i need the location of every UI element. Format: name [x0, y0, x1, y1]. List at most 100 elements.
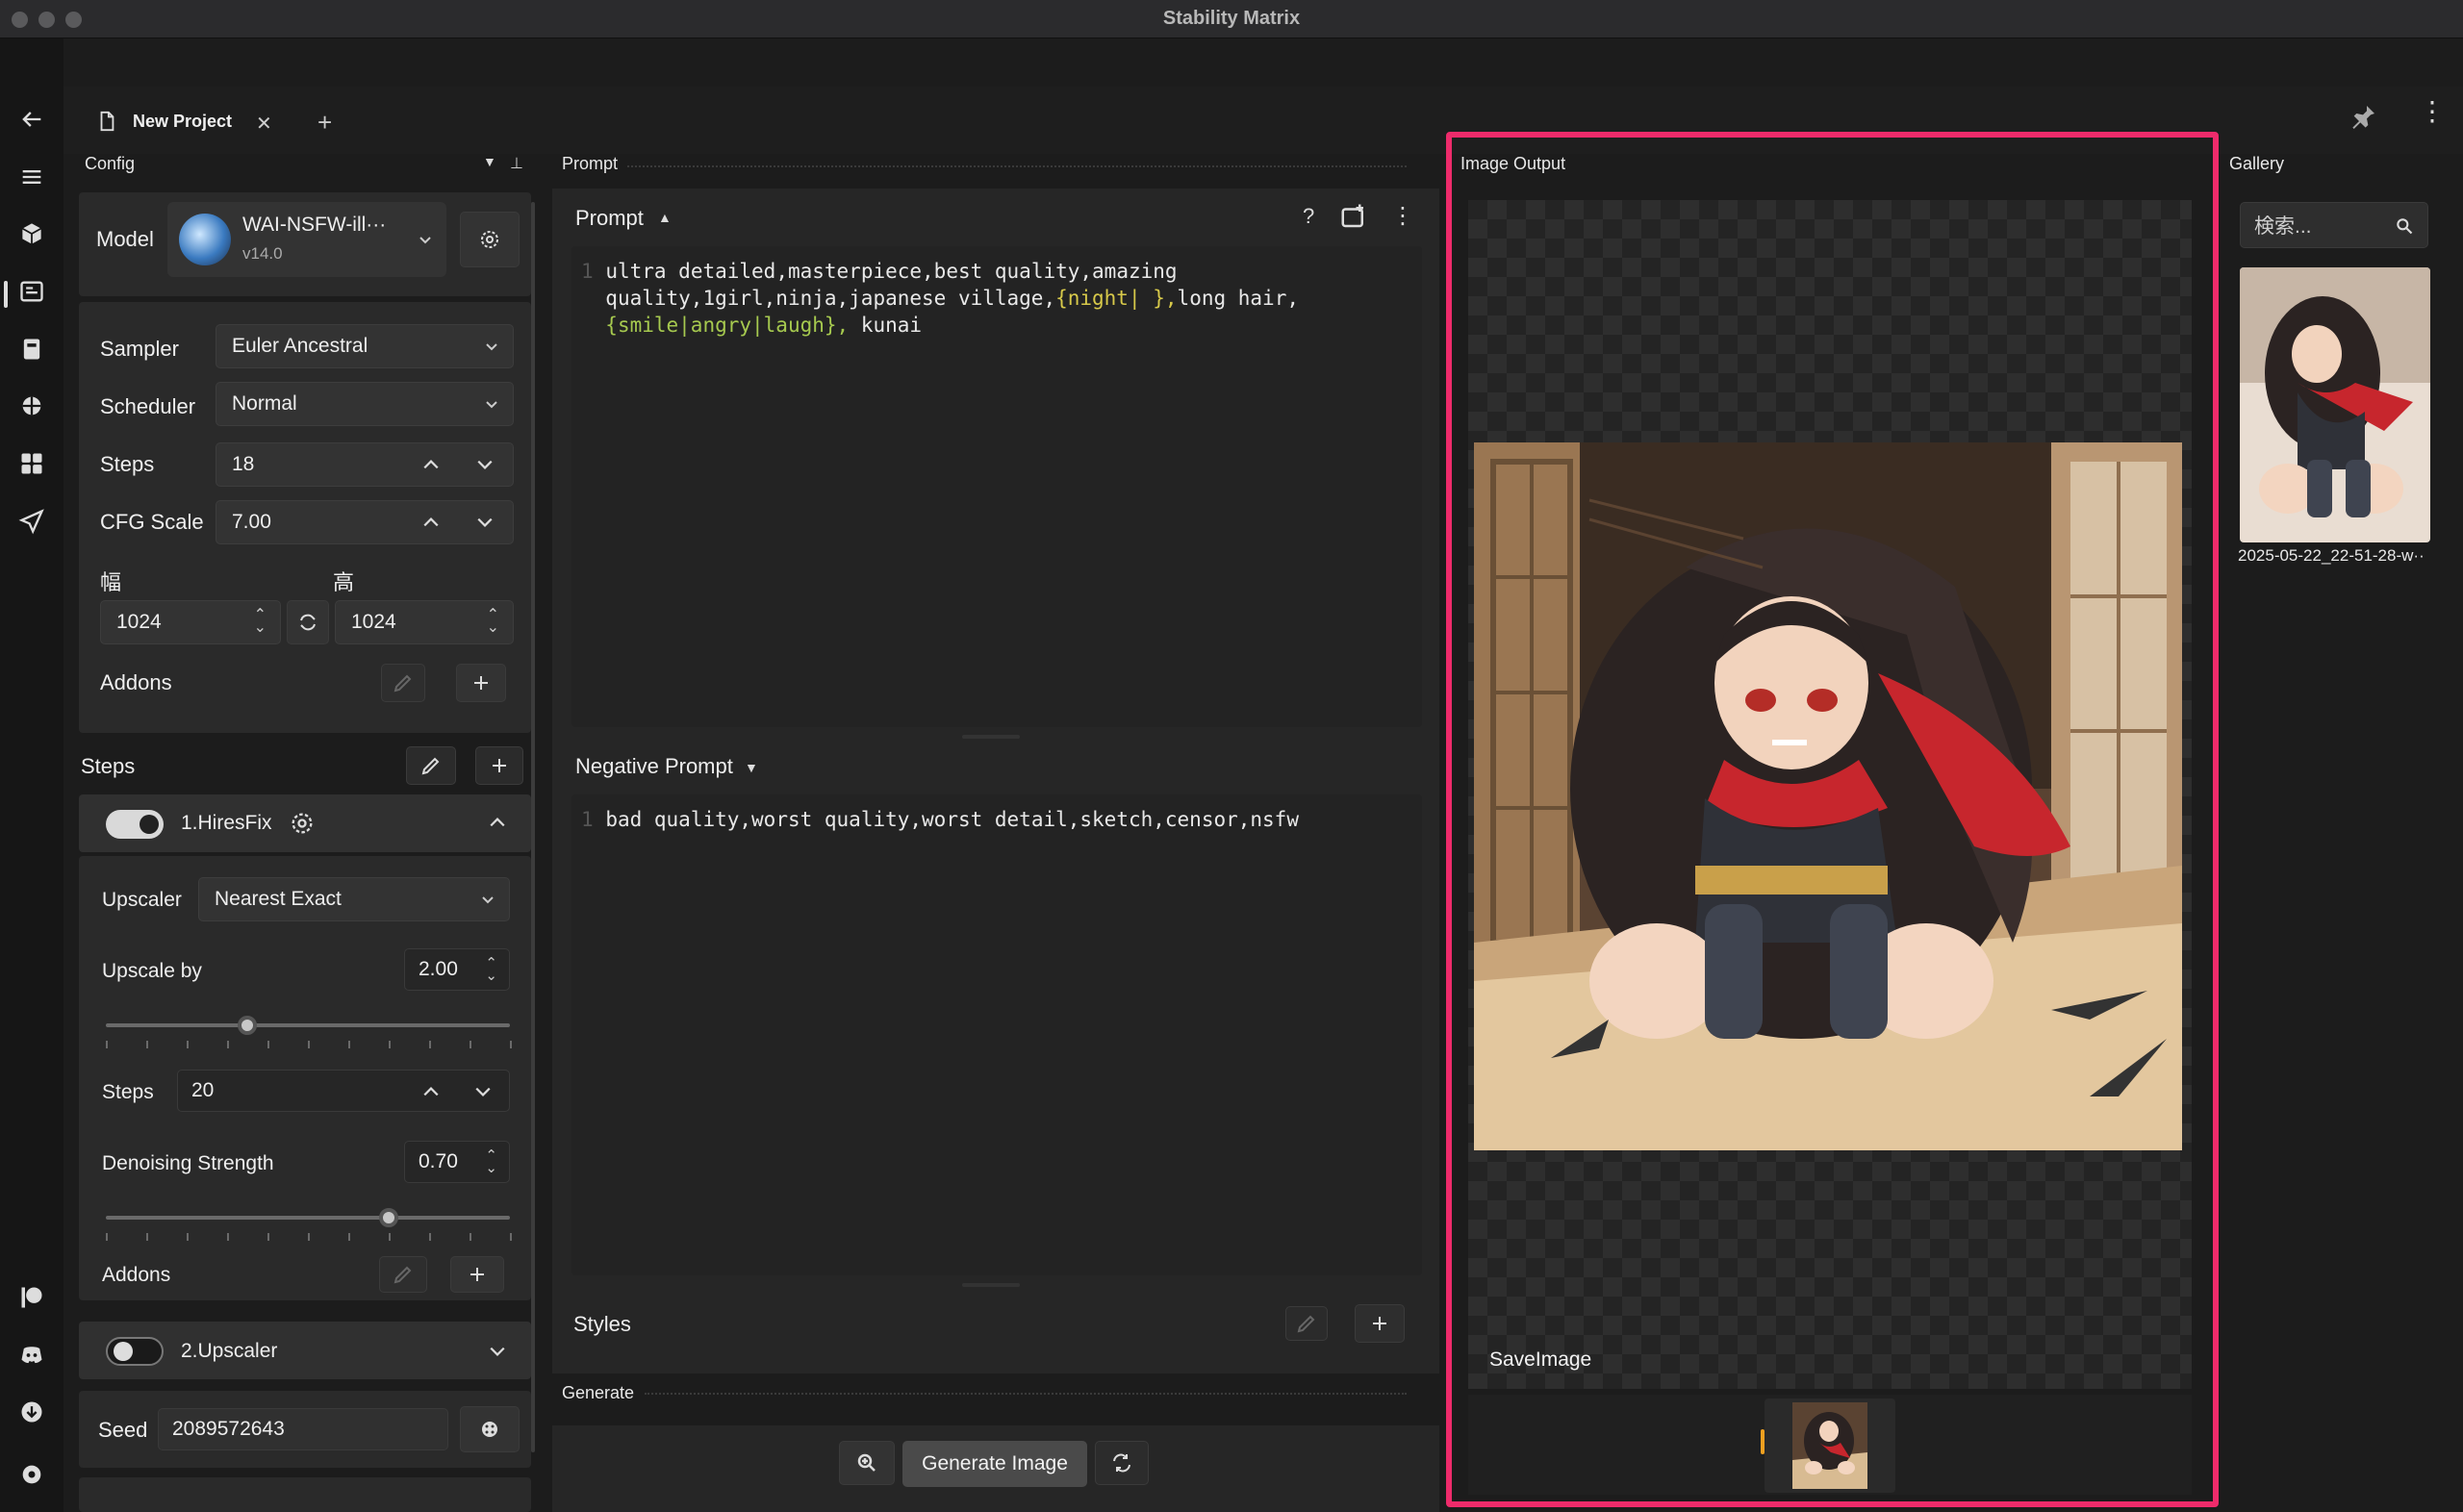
- pencil-icon: [394, 1266, 412, 1284]
- add-step-button[interactable]: [475, 746, 523, 785]
- package-icon[interactable]: [15, 217, 48, 250]
- inference-icon[interactable]: [15, 275, 48, 308]
- model-name: WAI-NSFW-ill···: [242, 214, 387, 236]
- send-icon[interactable]: [15, 505, 48, 538]
- gallery-item[interactable]: [2240, 267, 2430, 542]
- model-selector[interactable]: WAI-NSFW-ill··· v14.0: [167, 202, 446, 277]
- increment-icon[interactable]: [422, 516, 440, 529]
- edit-addons-button[interactable]: [381, 664, 425, 702]
- search-icon[interactable]: [2395, 216, 2414, 236]
- more-options-icon[interactable]: ⋮: [2419, 98, 2446, 125]
- add-addon-button[interactable]: [456, 664, 506, 702]
- config-pin-icon[interactable]: ⊥: [510, 154, 523, 173]
- chevron-down-icon: [486, 343, 497, 351]
- prompt-line-3: kunai: [849, 314, 923, 337]
- slider-tick: [187, 1233, 189, 1241]
- generate-panel-title: Generate: [562, 1383, 635, 1402]
- edit-styles-button[interactable]: [1285, 1306, 1328, 1341]
- patreon-icon[interactable]: [15, 1281, 48, 1314]
- updown-icon[interactable]: ⌃ ⌄: [487, 608, 499, 636]
- add-style-button[interactable]: [1355, 1304, 1405, 1343]
- decrement-icon[interactable]: [474, 1085, 492, 1098]
- upscaler-step-label: 2.Upscaler: [181, 1340, 278, 1362]
- discord-icon[interactable]: [15, 1339, 48, 1372]
- decrement-icon[interactable]: [476, 458, 494, 471]
- decrement-icon[interactable]: [476, 516, 494, 529]
- pin-icon[interactable]: [2348, 102, 2378, 133]
- prompt-panel-title: Prompt: [562, 154, 619, 173]
- edit-steps-button[interactable]: [406, 746, 456, 785]
- hiresfix-toggle[interactable]: [106, 810, 164, 839]
- prompt-line-2: quality,1girl,ninja,japanese village,: [605, 287, 1056, 310]
- back-arrow-icon[interactable]: [15, 103, 48, 136]
- cfg-scale-label: CFG Scale: [100, 510, 204, 534]
- app-title: Stability Matrix: [1162, 8, 1301, 29]
- negative-prompt-editor[interactable]: 1 bad quality,worst quality,worst detail…: [571, 794, 1422, 1275]
- prompt-more-icon[interactable]: ⋮: [1391, 202, 1414, 230]
- slider-tick: [429, 1233, 431, 1241]
- wildcard-night-close: },: [1140, 287, 1178, 310]
- prompt-editor[interactable]: 1 ultra detailed,masterpiece,best qualit…: [571, 246, 1422, 727]
- cfg-scale-stepper[interactable]: 7.00: [216, 500, 514, 544]
- slider-tick: [267, 1041, 269, 1048]
- wildcard-expression: {smile|angry|laugh},: [605, 314, 850, 337]
- collapse-icon[interactable]: [489, 816, 506, 829]
- negative-prompt-header[interactable]: Negative Prompt: [575, 754, 733, 779]
- steps-stepper[interactable]: 18: [216, 442, 514, 487]
- add-tab-icon[interactable]: +: [317, 108, 332, 138]
- image-output-highlight: [1446, 132, 2219, 1507]
- resize-handle[interactable]: [962, 735, 1020, 739]
- upscale-by-input[interactable]: 2.00 ⌃ ⌄: [404, 948, 510, 991]
- upscale-by-slider-thumb[interactable]: [238, 1016, 257, 1035]
- grid-icon[interactable]: [15, 447, 48, 480]
- download-icon[interactable]: [15, 1396, 48, 1428]
- seed-input[interactable]: 2089572643: [158, 1408, 448, 1450]
- config-dropdown-icon[interactable]: ▼: [483, 154, 496, 169]
- updown-icon[interactable]: ⌃ ⌄: [485, 1148, 497, 1175]
- denoising-strength-slider[interactable]: [106, 1216, 510, 1220]
- template-icon[interactable]: [1339, 202, 1368, 231]
- brain-icon[interactable]: [15, 390, 48, 422]
- gallery-search-input[interactable]: 検索...: [2240, 202, 2428, 248]
- gear-icon[interactable]: [289, 810, 316, 837]
- scheduler-select[interactable]: Normal: [216, 382, 514, 426]
- menu-icon[interactable]: [15, 161, 48, 193]
- notebook-icon[interactable]: [15, 333, 48, 365]
- increment-icon[interactable]: [422, 1085, 440, 1098]
- hires-steps-stepper[interactable]: 20: [177, 1070, 510, 1112]
- title-bar: Stability Matrix: [0, 0, 2463, 38]
- prompt-header[interactable]: Prompt: [575, 206, 644, 231]
- upscaler-select[interactable]: Nearest Exact: [198, 877, 510, 921]
- denoising-strength-input[interactable]: 0.70 ⌃ ⌄: [404, 1141, 510, 1183]
- height-value: 1024: [351, 611, 396, 633]
- help-button[interactable]: ?: [1303, 204, 1314, 229]
- settings-icon[interactable]: [15, 1458, 48, 1491]
- preview-button[interactable]: [839, 1441, 895, 1485]
- resize-handle[interactable]: [962, 1283, 1020, 1287]
- slider-tick: [308, 1233, 310, 1241]
- upscaler-step-toggle[interactable]: [106, 1337, 164, 1366]
- expand-icon[interactable]: [489, 1345, 506, 1358]
- height-input[interactable]: 1024 ⌃ ⌄: [335, 600, 514, 644]
- swap-dimensions-button[interactable]: [287, 600, 329, 644]
- sampler-select[interactable]: Euler Ancestral: [216, 324, 514, 368]
- tab-new-project[interactable]: New Project: [133, 112, 232, 132]
- increment-icon[interactable]: [422, 458, 440, 471]
- caret-up-icon[interactable]: ▲: [658, 210, 672, 225]
- add-hires-addon-button[interactable]: [450, 1256, 504, 1293]
- edit-hires-addons-button[interactable]: [379, 1256, 427, 1293]
- caret-down-icon[interactable]: ▼: [745, 760, 758, 775]
- generate-image-button[interactable]: Generate Image: [902, 1441, 1087, 1487]
- close-tab-icon[interactable]: ✕: [256, 112, 272, 136]
- auto-regenerate-button[interactable]: [1095, 1441, 1149, 1485]
- config-scrollbar[interactable]: [531, 202, 535, 1452]
- denoising-strength-slider-thumb[interactable]: [379, 1208, 398, 1227]
- pencil-icon: [394, 674, 412, 693]
- cfg-scale-value: 7.00: [232, 511, 271, 533]
- model-settings-button[interactable]: [460, 212, 520, 267]
- width-input[interactable]: 1024 ⌃ ⌄: [100, 600, 281, 644]
- updown-icon[interactable]: ⌃ ⌄: [485, 956, 497, 983]
- updown-icon[interactable]: ⌃ ⌄: [254, 608, 267, 636]
- upscale-by-slider[interactable]: [106, 1023, 510, 1027]
- random-seed-button[interactable]: [460, 1406, 520, 1452]
